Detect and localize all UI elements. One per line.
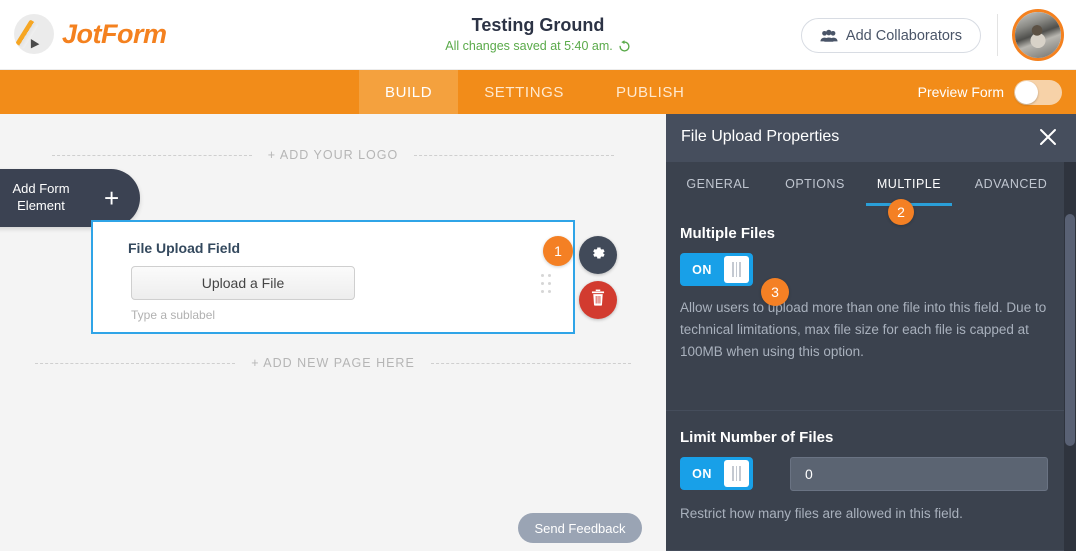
panel-tab-advanced[interactable]: ADVANCED: [958, 162, 1064, 206]
panel-tab-list: GENERAL OPTIONS MULTIPLE ADVANCED: [666, 162, 1064, 206]
multiple-files-toggle[interactable]: ON: [680, 253, 753, 286]
form-canvas: + ADD YOUR LOGO Add Form Element + File …: [0, 114, 666, 551]
divider-left: [51, 154, 252, 156]
jotform-form-builder: JotForm Testing Ground All changes saved…: [0, 0, 1076, 551]
divider-left-2: [35, 362, 236, 364]
save-status-text: All changes saved at 5:40 am.: [445, 39, 613, 53]
section-limit-number-of-files: Limit Number of Files ON Restrict how ma…: [666, 411, 1064, 551]
tab-build[interactable]: BUILD: [359, 70, 459, 114]
section-title-limit-files: Limit Number of Files: [680, 429, 834, 446]
add-new-page-link[interactable]: + ADD NEW PAGE HERE: [251, 356, 415, 370]
step-badge-3: 3: [761, 278, 789, 306]
panel-header: File Upload Properties: [666, 114, 1076, 162]
trash-icon: [590, 289, 606, 311]
panel-scrollbar-thumb[interactable]: [1065, 214, 1075, 446]
undo-refresh-icon[interactable]: [618, 39, 631, 53]
section-description-multiple-files: Allow users to upload more than one file…: [680, 300, 1047, 359]
file-upload-field-card[interactable]: File Upload Field Upload a File Type a s…: [91, 220, 575, 334]
step-badge-1: 1: [543, 236, 573, 266]
preview-form-toggle[interactable]: [1014, 79, 1062, 105]
divider-right: [414, 154, 615, 156]
limit-files-input[interactable]: [790, 457, 1048, 491]
header-divider: [997, 14, 998, 56]
avatar-photo: [1015, 12, 1061, 58]
close-icon[interactable]: [1036, 125, 1060, 149]
add-collaborators-button[interactable]: Add Collaborators: [800, 18, 981, 53]
add-form-element-line2: Element: [17, 198, 65, 213]
avatar[interactable]: [1012, 9, 1064, 61]
field-delete-button[interactable]: [579, 281, 617, 319]
gear-icon: [589, 244, 607, 267]
save-status: All changes saved at 5:40 am.: [445, 39, 630, 53]
section-multiple-files: Multiple Files ON Allow users to upload …: [666, 207, 1064, 411]
step-badge-2: 2: [888, 199, 914, 225]
brand-name: JotForm: [62, 18, 167, 49]
people-icon: [820, 29, 838, 43]
add-form-element-label: Add Form Element: [10, 180, 72, 214]
drag-handle-icon[interactable]: [541, 274, 555, 294]
field-sublabel[interactable]: Type a sublabel: [131, 308, 215, 322]
panel-tab-general[interactable]: GENERAL: [666, 162, 770, 206]
panel-tab-options[interactable]: OPTIONS: [770, 162, 860, 206]
panel-scrollbar-track[interactable]: [1064, 162, 1076, 551]
field-label: File Upload Field: [128, 240, 241, 256]
tab-publish[interactable]: PUBLISH: [590, 70, 710, 114]
add-form-element-line1: Add Form: [12, 181, 70, 196]
pencil-logo-icon: [14, 14, 54, 54]
multiple-files-toggle-label: ON: [692, 262, 712, 277]
nav-tab-list: BUILD SETTINGS PUBLISH: [359, 70, 710, 114]
send-feedback-button[interactable]: Send Feedback: [518, 513, 642, 543]
panel-title: File Upload Properties: [681, 128, 840, 145]
divider-right-2: [430, 362, 631, 364]
field-settings-button[interactable]: [579, 236, 617, 274]
add-logo-row: + ADD YOUR LOGO: [0, 148, 666, 162]
toggle-knob: [1015, 80, 1038, 104]
panel-tab-multiple[interactable]: MULTIPLE: [860, 162, 958, 206]
preview-form-label: Preview Form: [917, 84, 1004, 100]
limit-files-toggle-label: ON: [692, 466, 712, 481]
toggle-handle: [724, 256, 749, 283]
app-header: JotForm Testing Ground All changes saved…: [0, 0, 1076, 70]
toggle-handle: [724, 460, 749, 487]
upload-a-file-button[interactable]: Upload a File: [131, 266, 355, 300]
plus-icon: +: [104, 183, 120, 213]
section-title-multiple-files: Multiple Files: [680, 225, 776, 242]
add-collaborators-label: Add Collaborators: [845, 27, 962, 44]
jotform-logo[interactable]: JotForm: [14, 14, 167, 54]
file-upload-properties-panel: File Upload Properties GENERAL OPTIONS M…: [666, 114, 1076, 551]
section-description-limit-files: Restrict how many files are allowed in t…: [680, 506, 963, 521]
limit-files-toggle[interactable]: ON: [680, 457, 753, 490]
preview-form-control: Preview Form: [918, 70, 1062, 114]
add-your-logo-link[interactable]: + ADD YOUR LOGO: [268, 148, 398, 162]
add-page-row: + ADD NEW PAGE HERE: [0, 356, 666, 370]
add-form-element-button[interactable]: Add Form Element +: [0, 169, 140, 227]
main-navbar: BUILD SETTINGS PUBLISH Preview Form: [0, 70, 1076, 114]
tab-settings[interactable]: SETTINGS: [458, 70, 590, 114]
